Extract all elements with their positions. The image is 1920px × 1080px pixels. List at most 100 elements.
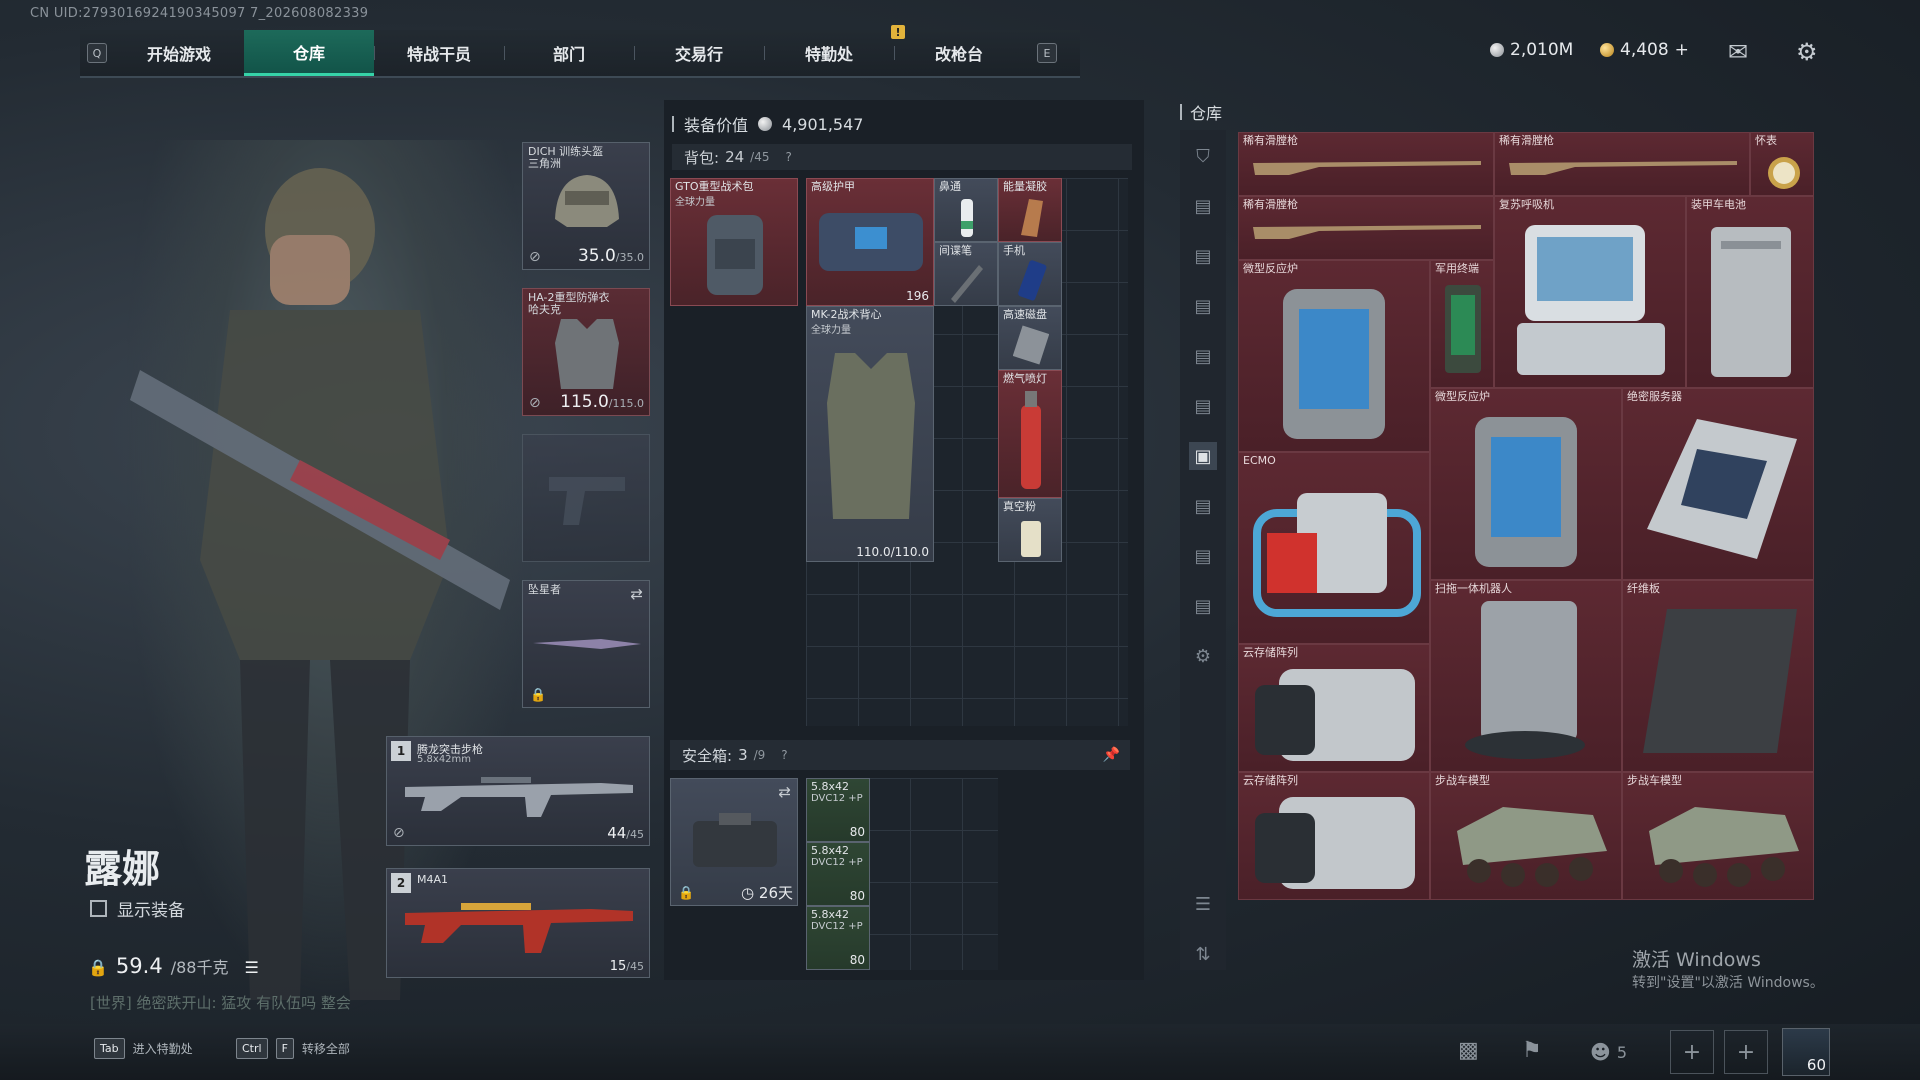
fast-drive-item[interactable]: 高速磁盘 <box>998 306 1062 370</box>
stats-icon[interactable]: ▩ <box>1458 1038 1479 1063</box>
friends-button[interactable]: ☻ 5 <box>1590 1040 1627 1064</box>
top-nav: Q 开始游戏 仓库 特战干员 部门 交易行 特勤处 改枪台 E <box>80 30 1080 78</box>
player-level: 60 <box>1806 1056 1826 1074</box>
weapon1-ammo: 44/45 <box>607 824 644 842</box>
nav-next-key[interactable]: E <box>1037 43 1057 63</box>
tools-category-icon[interactable]: ▤ <box>1189 592 1217 620</box>
item-label: 鼻通 <box>939 180 961 193</box>
helmet-slot[interactable]: DICH 训练头盔 三角洲 ⊘ 35.0/35.0 <box>522 142 650 270</box>
stash-item-pocket-watch[interactable]: 怀表 <box>1750 132 1814 196</box>
enter-special-ops-hint[interactable]: Tab 进入特勤处 <box>94 1038 193 1059</box>
stash-grid[interactable]: 稀有滑膛枪 稀有滑膛枪 怀表 稀有滑膛枪 复苏呼吸机 装甲车电池 微型反应炉 军… <box>1238 132 1814 900</box>
show-equipment-checkbox[interactable] <box>90 900 107 917</box>
item-label: MK-2战术背心 <box>811 308 882 321</box>
ammo-sub: DVC12 +P <box>811 921 863 932</box>
stash-item-musket[interactable]: 稀有滑膛枪 <box>1238 196 1494 260</box>
nasal-spray-item[interactable]: 鼻通 <box>934 178 998 242</box>
swap-icon[interactable]: ⇄ <box>630 585 643 603</box>
help-icon[interactable]: ? <box>785 150 791 164</box>
tab-warehouse[interactable]: 仓库 <box>244 30 374 76</box>
help-icon[interactable]: ? <box>781 748 787 762</box>
stash-item-micro-reactor[interactable]: 微型反应炉 <box>1430 388 1622 580</box>
gear-icon[interactable]: ⚙ <box>1189 642 1217 670</box>
backpack-used: 24 <box>725 148 745 166</box>
stash-item-ecmo[interactable]: ECMO <box>1238 452 1430 644</box>
tab-gunsmith[interactable]: 改枪台 <box>894 30 1024 76</box>
clock-icon: ◷ <box>741 884 759 902</box>
avatar[interactable]: 60 <box>1782 1028 1830 1076</box>
silver-coin-icon <box>1490 43 1504 57</box>
misc-category-icon[interactable]: ▤ <box>1189 542 1217 570</box>
stash-item-ventilator[interactable]: 复苏呼吸机 <box>1494 196 1686 388</box>
backpack-category-icon[interactable]: ▤ <box>1189 242 1217 270</box>
tactical-vest-item[interactable]: MK-2战术背心 全球力量 110.0/110.0 <box>806 306 934 562</box>
gas-torch-item[interactable]: 燃气喷灯 <box>998 370 1062 498</box>
melee-slot[interactable]: 坠星者 ⇄ 🔒 <box>522 580 650 708</box>
stash-item-robot-vacuum[interactable]: 扫拖一体机器人 <box>1430 580 1622 772</box>
stash-item-musket[interactable]: 稀有滑膛枪 <box>1494 132 1750 196</box>
world-chat-line[interactable]: [世界] 绝密跌开山: 猛攻 有队伍吗 整会 <box>90 992 351 1013</box>
stash-item-vehicle-battery[interactable]: 装甲车电池 <box>1686 196 1814 388</box>
tab-operators[interactable]: 特战干员 <box>374 30 504 76</box>
weapon-category-icon[interactable]: ▤ <box>1189 292 1217 320</box>
gold-balance[interactable]: 4,408 + <box>1600 40 1689 60</box>
ammo-item[interactable]: 5.8x42 DVC12 +P 80 <box>806 778 870 842</box>
silver-balance[interactable]: 2,010M <box>1490 40 1573 60</box>
stash-item-military-terminal[interactable]: 军用终端 <box>1430 260 1494 388</box>
transfer-all-hint[interactable]: Ctrl F 转移全部 <box>236 1038 350 1059</box>
medical-category-icon[interactable]: ▤ <box>1189 392 1217 420</box>
gear-icon[interactable]: ⚙ <box>1796 38 1818 66</box>
storage-array-icon <box>1255 797 1415 889</box>
pistol-slot-empty[interactable] <box>522 434 650 562</box>
stash-item-musket[interactable]: 稀有滑膛枪 <box>1238 132 1494 196</box>
phone-item[interactable]: 手机 <box>998 242 1062 306</box>
ctrl-key: Ctrl <box>236 1038 268 1059</box>
list-icon[interactable]: ☰ <box>244 958 258 977</box>
helmet-category-icon[interactable]: ⛉ <box>1189 142 1217 170</box>
armor-slot[interactable]: HA-2重型防弹衣 哈夫克 ⊘ 115.0/115.0 <box>522 288 650 416</box>
ammo-item[interactable]: 5.8x42 DVC12 +P 80 <box>806 842 870 906</box>
ammo-category-icon[interactable]: ▤ <box>1189 342 1217 370</box>
stash-item-classified-server[interactable]: 绝密服务器 <box>1622 388 1814 580</box>
musket-icon <box>1253 161 1481 175</box>
tab-market[interactable]: 交易行 <box>634 30 764 76</box>
stash-item-fiberboard[interactable]: 纤维板 <box>1622 580 1814 772</box>
backpack-slot[interactable]: GTO重型战术包 全球力量 <box>670 178 798 306</box>
item-label: 真空粉 <box>1003 500 1036 513</box>
helmet-durability: 35.0/35.0 <box>577 246 644 266</box>
flag-icon[interactable]: ⚑ <box>1522 1038 1542 1063</box>
sort-icon[interactable]: ⇅ <box>1189 940 1217 968</box>
stash-item-ifv-model[interactable]: 步战车模型 <box>1430 772 1622 900</box>
tab-special-ops[interactable]: 特勤处 <box>764 30 894 76</box>
tab-department[interactable]: 部门 <box>504 30 634 76</box>
mail-icon[interactable]: ✉ <box>1728 38 1748 66</box>
reactor-icon <box>1283 289 1385 439</box>
show-equipment-toggle[interactable]: 显示装备 <box>90 896 185 921</box>
add-slot-button[interactable]: + <box>1670 1030 1714 1074</box>
stash-item-micro-reactor[interactable]: 微型反应炉 <box>1238 260 1430 452</box>
gold-add-button[interactable]: + <box>1675 40 1689 60</box>
energy-gel-item[interactable]: 能量凝胶 <box>998 178 1062 242</box>
primary-weapon-slot[interactable]: 1 腾龙突击步枪 5.8x42mm ⊘ 44/45 <box>386 736 650 846</box>
advanced-armor-item[interactable]: 高级护甲 196 <box>806 178 934 306</box>
safebox-slot[interactable]: ⇄ 🔒 ◷ 26天 <box>670 778 798 906</box>
nav-prev-key[interactable]: Q <box>87 43 107 63</box>
equipment-value-label: 装备价值 <box>684 116 749 135</box>
secondary-weapon-slot[interactable]: 2 M4A1 15/45 <box>386 868 650 978</box>
swap-icon[interactable]: ⇄ <box>778 783 791 801</box>
layers-icon[interactable]: ☰ <box>1189 890 1217 918</box>
stash-item-cloud-storage[interactable]: 云存储阵列 <box>1238 644 1430 772</box>
spy-pen-item[interactable]: 间谍笔 <box>934 242 998 306</box>
ammo-item[interactable]: 5.8x42 DVC12 +P 80 <box>806 906 870 970</box>
keys-category-icon[interactable]: ▤ <box>1189 492 1217 520</box>
backpack-item-label: GTO重型战术包 <box>675 180 754 193</box>
collectibles-category-icon[interactable]: ▣ <box>1189 442 1217 470</box>
pin-icon[interactable]: 📌 <box>1103 747 1120 763</box>
stash-item-ifv-model[interactable]: 步战车模型 <box>1622 772 1814 900</box>
item-label: 复苏呼吸机 <box>1499 198 1554 211</box>
stash-item-cloud-storage[interactable]: 云存储阵列 <box>1238 772 1430 900</box>
tab-start-game[interactable]: 开始游戏 <box>114 30 244 76</box>
vacuum-powder-item[interactable]: 真空粉 <box>998 498 1062 562</box>
add-slot-button[interactable]: + <box>1724 1030 1768 1074</box>
armor-category-icon[interactable]: ▤ <box>1189 192 1217 220</box>
